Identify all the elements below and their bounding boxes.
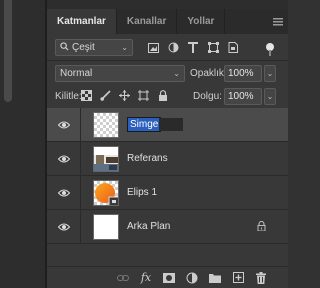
opacity-chevron-icon[interactable]: ⌄ — [264, 65, 276, 82]
pixel-filter-icon[interactable] — [147, 42, 159, 54]
opacity-input[interactable]: 100% — [224, 65, 262, 82]
lock-artboard-icon[interactable] — [138, 90, 149, 101]
fill-label: Dolgu: — [193, 91, 222, 102]
delete-layer-icon[interactable] — [255, 271, 267, 284]
lock-all-icon[interactable] — [157, 90, 168, 101]
name-edit-box — [159, 118, 184, 131]
layers-panel: Katmanlar Kanallar Yollar Çeşit ⌄ Normal… — [47, 0, 288, 288]
layer-thumbnail — [93, 111, 119, 138]
lock-row: Kilitle: Dolgu: 100% ⌄ — [47, 86, 288, 108]
fill-chevron-icon[interactable]: ⌄ — [264, 88, 276, 105]
smart-object-filter-icon[interactable] — [227, 42, 239, 54]
filter-row: Çeşit ⌄ — [47, 36, 288, 58]
panel-footer: fx — [47, 266, 288, 288]
chevron-down-icon: ⌄ — [121, 43, 128, 52]
chevron-down-icon: ⌄ — [173, 69, 180, 78]
blend-row: Normal ⌄ Opaklık: 100% ⌄ — [47, 62, 288, 84]
shape-filter-icon[interactable] — [207, 42, 219, 54]
layer-thumbnail — [93, 213, 119, 240]
layer-row-referans[interactable]: Referans — [47, 141, 288, 176]
menu-icon[interactable] — [268, 9, 288, 34]
eye-icon[interactable] — [47, 107, 81, 142]
adjustment-layer-icon[interactable] — [186, 272, 198, 284]
layer-row-arka-plan[interactable]: Arka Plan — [47, 209, 288, 244]
filter-icons — [147, 39, 239, 56]
new-group-icon[interactable] — [209, 272, 221, 284]
filter-kind-select[interactable]: Çeşit ⌄ — [55, 39, 133, 56]
layer-thumbnail — [93, 179, 119, 206]
type-filter-icon[interactable] — [187, 42, 199, 54]
blend-mode-label: Normal — [60, 68, 93, 79]
layer-name: Elips 1 — [127, 187, 158, 198]
filter-kind-label: Çeşit — [72, 42, 95, 53]
eye-icon[interactable] — [47, 175, 81, 210]
fill-input[interactable]: 100% — [224, 88, 262, 105]
blend-mode-select[interactable]: Normal ⌄ — [55, 65, 185, 82]
lock-move-icon[interactable] — [119, 90, 130, 101]
tab-layers[interactable]: Katmanlar — [47, 9, 117, 34]
layer-name: Arka Plan — [127, 221, 171, 232]
filter-toggle-stem — [269, 50, 271, 56]
left-panel-strip — [0, 0, 47, 288]
layer-row-elips-1[interactable]: Elips 1 — [47, 175, 288, 210]
panel-tabs: Katmanlar Kanallar Yollar — [47, 9, 288, 34]
divider — [47, 60, 288, 61]
panel-top-gap — [47, 0, 288, 9]
layer-row-simge[interactable]: Simge — [47, 107, 288, 142]
new-layer-icon[interactable] — [232, 272, 244, 284]
eye-icon[interactable] — [47, 209, 81, 244]
lock-paint-icon[interactable] — [100, 90, 111, 101]
tab-channels[interactable]: Kanallar — [117, 9, 178, 34]
link-layers-icon[interactable] — [117, 272, 129, 284]
lock-transparent-icon[interactable] — [81, 90, 92, 101]
layer-name: Referans — [127, 153, 168, 164]
tab-paths[interactable]: Yollar — [177, 9, 226, 34]
opacity-label: Opaklık: — [190, 68, 227, 79]
layer-thumbnail — [93, 145, 119, 172]
layer-name-input[interactable]: Simge — [127, 117, 162, 132]
search-icon — [60, 41, 69, 54]
lock-icon[interactable] — [257, 220, 266, 234]
lock-label: Kilitle: — [55, 91, 82, 102]
layers-list: Simge Referans Elips 1 Arka Plan — [47, 107, 288, 244]
lock-icons — [81, 90, 168, 101]
add-mask-icon[interactable] — [163, 272, 175, 284]
adjustment-filter-icon[interactable] — [167, 42, 179, 54]
fx-icon[interactable]: fx — [140, 271, 152, 284]
scrollbar[interactable] — [4, 0, 12, 102]
eye-icon[interactable] — [47, 141, 81, 176]
